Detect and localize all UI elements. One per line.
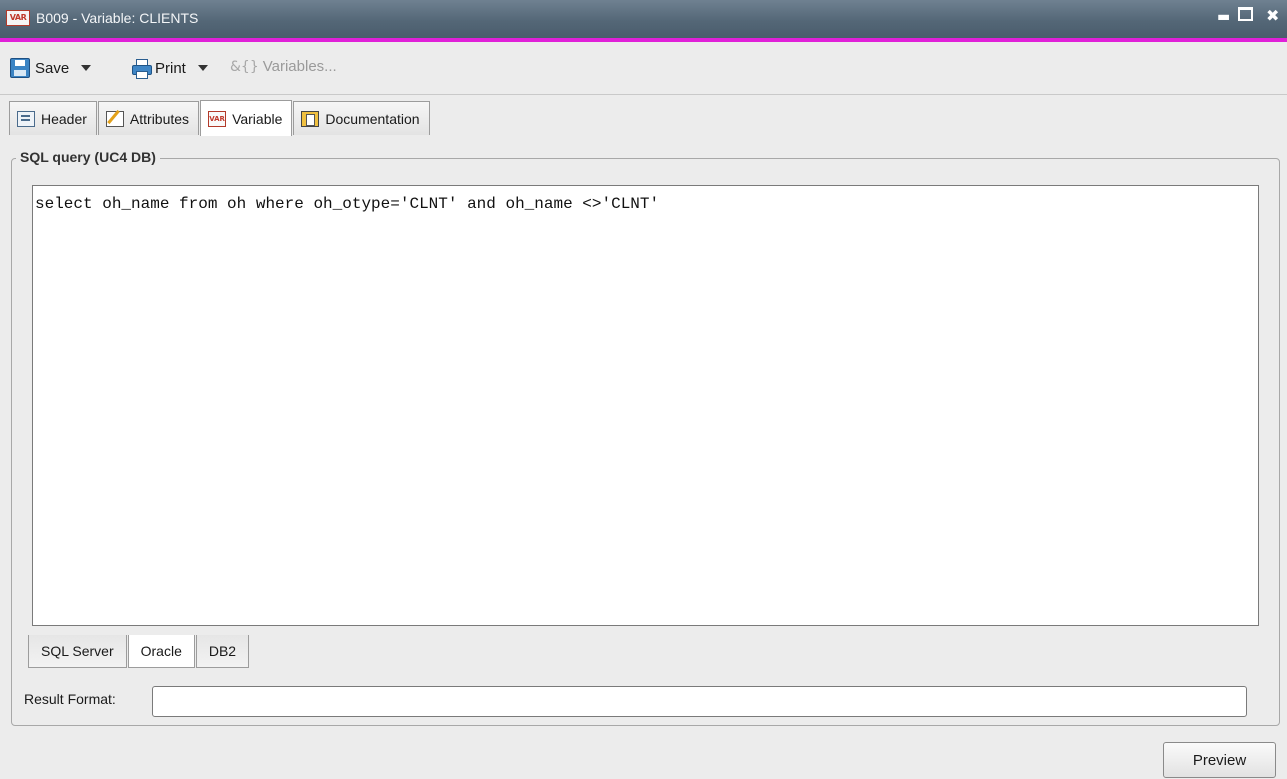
- header-icon: [17, 110, 35, 127]
- save-icon: [10, 58, 30, 78]
- tab-variable-label: Variable: [232, 110, 283, 127]
- print-dropdown-icon[interactable]: [197, 65, 208, 71]
- save-dropdown-icon[interactable]: [81, 65, 92, 71]
- result-format-input[interactable]: [152, 686, 1247, 717]
- var-icon: VAR: [208, 110, 227, 127]
- sql-query-editor[interactable]: select oh_name from oh where oh_otype='C…: [32, 185, 1259, 626]
- tab-documentation-label: Documentation: [325, 110, 420, 127]
- object-tabs: Header Attributes VAR Variable Documenta…: [9, 100, 431, 136]
- minimize-icon[interactable]: ▬: [1217, 9, 1230, 25]
- tab-documentation[interactable]: Documentation: [293, 101, 430, 135]
- maximize-icon[interactable]: [1238, 7, 1253, 21]
- tab-sql-server[interactable]: SQL Server: [28, 635, 127, 668]
- variables-button[interactable]: &{} Variables...: [230, 58, 337, 75]
- preview-button[interactable]: Preview: [1163, 742, 1276, 778]
- tab-variable[interactable]: VAR Variable: [200, 100, 293, 136]
- sql-group-title: SQL query (UC4 DB): [16, 149, 160, 165]
- tab-attributes-label: Attributes: [129, 110, 190, 127]
- tab-header[interactable]: Header: [9, 101, 97, 135]
- tab-attributes[interactable]: Attributes: [97, 101, 200, 135]
- attributes-icon: [105, 110, 124, 127]
- database-tabs: SQL Server Oracle DB2: [28, 635, 250, 668]
- variables-label: Variables...: [262, 58, 337, 75]
- close-icon[interactable]: ✖: [1266, 6, 1279, 25]
- print-label: Print: [155, 59, 186, 77]
- variable-object-icon: VAR: [6, 10, 30, 26]
- title-bar: VAR B009 - Variable: CLIENTS ▬ ✖: [0, 0, 1287, 38]
- printer-icon: [131, 58, 152, 79]
- tab-db2[interactable]: DB2: [195, 635, 250, 668]
- save-button[interactable]: Save: [10, 58, 92, 78]
- tab-oracle[interactable]: Oracle: [127, 635, 195, 668]
- variables-icon: &{}: [230, 58, 259, 75]
- save-label: Save: [35, 59, 70, 77]
- window-title: B009 - Variable: CLIENTS: [36, 10, 199, 26]
- tab-header-label: Header: [41, 110, 87, 127]
- result-format-label: Result Format:: [24, 691, 116, 707]
- documentation-icon: [301, 110, 320, 127]
- print-button[interactable]: Print: [131, 58, 208, 79]
- toolbar: Save Print &{} Variables...: [0, 42, 1287, 95]
